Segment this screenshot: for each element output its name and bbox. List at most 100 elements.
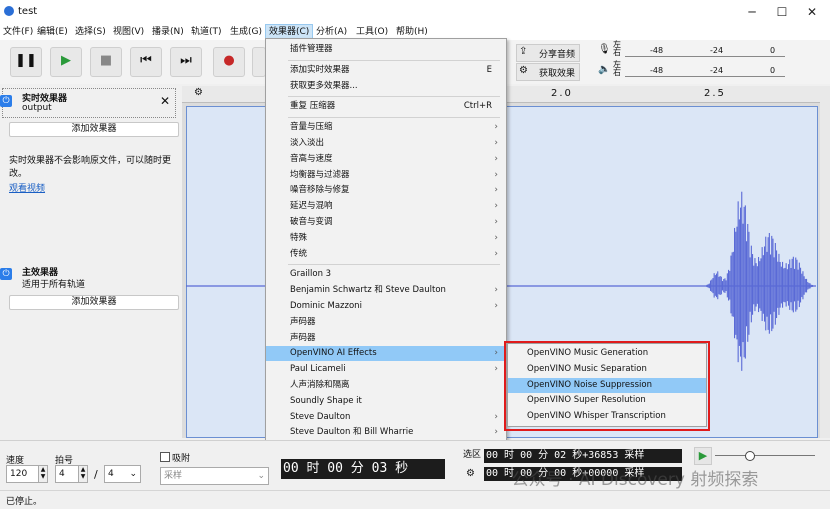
effect-menu-item[interactable]: OpenVINO AI Effects › <box>266 346 506 362</box>
time-display[interactable]: 00 时 00 分 03 秒 <box>281 459 445 479</box>
master-subtitle: 适用于所有轨道 <box>22 280 86 290</box>
openvino-menu-item[interactable]: OpenVINO Music Separation <box>508 362 706 377</box>
beat-stepper[interactable]: ▲ ▼ <box>78 465 88 483</box>
share-audio-button[interactable]: ⇪ 分享音频 <box>516 44 580 62</box>
effect-menu-item[interactable]: 重复 压缩器 Ctrl+R <box>266 99 506 114</box>
menu-select[interactable]: 选择(S) <box>72 24 109 40</box>
gear-icon[interactable]: ⚙ <box>194 87 203 98</box>
effect-menu-shortcut: E <box>486 64 492 75</box>
chevron-right-icon: › <box>494 301 498 311</box>
effect-menu-item[interactable]: 获取更多效果器... <box>266 79 506 94</box>
bottom-toolbar: 速度 拍号 120 ▲ ▼ 4 ▲ ▼ / 4 ⌄ 吸附 采样 ⌄ 00 时 00 分 … <box>0 440 830 491</box>
chevron-right-icon: › <box>494 232 498 243</box>
menu-record[interactable]: 播录(N) <box>149 24 187 40</box>
effect-menu-item-label: 音高与速度 <box>290 153 333 164</box>
record-icon: ● <box>223 53 235 68</box>
slider-thumb[interactable] <box>745 451 755 461</box>
effect-menu-item[interactable]: Dominic Mazzoni › <box>266 299 506 314</box>
speed-stepper[interactable]: ▲ ▼ <box>38 465 48 483</box>
menu-edit[interactable]: 编辑(E) <box>34 24 71 40</box>
effect-menu-item-label: Graillon 3 <box>290 269 332 280</box>
menu-separator <box>288 117 500 119</box>
get-effects-button[interactable]: ⚙ 获取效果 <box>516 63 580 81</box>
play-at-speed-button[interactable]: ▶ <box>694 447 712 465</box>
vertical-scrollbar[interactable] <box>820 102 830 438</box>
effect-menu-item[interactable]: Steve Daulton 和 Bill Wharrie › <box>266 425 506 440</box>
openvino-menu-item[interactable]: OpenVINO Whisper Transcription <box>508 409 706 424</box>
waveform-sample <box>773 257 775 312</box>
beat-denominator[interactable]: 4 ⌄ <box>104 465 141 483</box>
openvino-menu-item[interactable]: OpenVINO Super Resolution <box>508 393 706 408</box>
loop-button[interactable] <box>252 47 266 77</box>
minimize-button[interactable]: ─ <box>738 2 766 22</box>
ruler-label: 2.5 <box>704 88 726 99</box>
effect-menu-item-label: 特殊 <box>290 232 308 243</box>
effect-menu-item[interactable]: 添加实时效果器 E <box>266 63 506 78</box>
chevron-right-icon: › <box>494 122 498 133</box>
waveform-sample <box>788 264 790 306</box>
power-icon[interactable]: ⏻ <box>0 268 12 280</box>
skip-start-button[interactable]: ⏮ <box>130 47 162 77</box>
maximize-button[interactable]: ☐ <box>768 2 796 22</box>
selection-start[interactable]: 00 时 00 分 02 秒+36853 采样 <box>484 449 682 463</box>
effect-menu-item[interactable]: 延迟与混响 › <box>266 199 506 214</box>
waveform-sample <box>790 267 792 303</box>
menu-generate[interactable]: 生成(G) <box>227 24 265 40</box>
snap-label: 吸附 <box>172 454 191 464</box>
waveform-sample <box>737 201 739 363</box>
waveform-sample <box>760 258 762 311</box>
power-icon[interactable]: ⏻ <box>0 95 12 107</box>
waveform-sample <box>748 231 750 335</box>
speed-input[interactable]: 120 <box>6 465 41 483</box>
add-effect-button[interactable]: 添加效果器 <box>9 122 179 137</box>
effect-menu-item[interactable]: 噪音移除与修复 › <box>266 183 506 198</box>
effect-menu-item[interactable]: 传统 › <box>266 247 506 262</box>
openvino-menu-item-label: OpenVINO Music Separation <box>527 363 647 374</box>
play-speed-slider[interactable] <box>715 455 815 456</box>
snap-select[interactable]: 采样 ⌄ <box>160 467 269 485</box>
waveform-sample <box>741 191 743 371</box>
effect-menu-item[interactable]: Steve Daulton › <box>266 410 506 425</box>
effect-menu-item[interactable]: Paul Licameli › <box>266 362 506 377</box>
effect-menu-item[interactable]: 淡入淡出 › <box>266 136 506 151</box>
close-icon[interactable]: ✕ <box>160 94 170 108</box>
record-button[interactable]: ● <box>213 47 245 77</box>
waveform-sample <box>725 280 727 292</box>
effect-menu-item[interactable]: 声码器 <box>266 331 506 346</box>
play-button[interactable]: ▶ <box>50 47 82 77</box>
openvino-menu-item[interactable]: OpenVINO Music Generation <box>508 346 706 361</box>
effect-menu-item[interactable]: 均衡器与过滤器 › <box>266 168 506 183</box>
waveform-sample <box>791 258 793 311</box>
menu-file[interactable]: 文件(F) <box>0 24 36 40</box>
watch-video-link[interactable]: 观看视频 <box>9 181 45 194</box>
effect-menu-item[interactable]: 插件管理器 <box>266 42 506 57</box>
effect-menu-item[interactable]: 音高与速度 › <box>266 152 506 167</box>
master-add-effect-button[interactable]: 添加效果器 <box>9 295 179 310</box>
effect-menu-item[interactable]: Graillon 3 <box>266 267 506 282</box>
play-meter[interactable]: -48 -24 0 <box>625 66 785 77</box>
pause-button[interactable]: ❚❚ <box>10 47 42 77</box>
openvino-menu-item[interactable]: OpenVINO Noise Suppression <box>508 377 706 393</box>
effect-menu-item[interactable]: Benjamin Schwartz 和 Steve Daulton › <box>266 283 506 298</box>
waveform-sample <box>770 254 772 315</box>
effect-menu-item[interactable]: 特殊 › <box>266 231 506 246</box>
effect-menu-item[interactable]: 人声消除和隔离 <box>266 378 506 393</box>
menu-view[interactable]: 视图(V) <box>110 24 147 40</box>
effect-menu-item[interactable]: Soundly Shape it <box>266 394 506 409</box>
record-meter[interactable]: -48 -24 0 <box>625 46 785 57</box>
waveform-sample <box>808 282 810 289</box>
stop-button[interactable]: ■ <box>90 47 122 77</box>
skip-end-icon: ⏭ <box>180 53 192 68</box>
snap-checkbox[interactable] <box>160 452 170 462</box>
beat-numerator[interactable]: 4 <box>55 465 80 483</box>
openvino-menu-item-label: OpenVINO Noise Suppression <box>527 379 652 390</box>
waveform-sample <box>714 275 716 296</box>
effect-menu-item[interactable]: 声码器 <box>266 315 506 330</box>
effect-menu-item[interactable]: 破音与变调 › <box>266 215 506 230</box>
effect-menu-item[interactable]: 音量与压缩 › <box>266 120 506 135</box>
openvino-menu-item-label: OpenVINO Music Generation <box>527 348 649 358</box>
menu-tracks[interactable]: 轨道(T) <box>188 24 225 40</box>
speaker-icon: 🔈 <box>598 64 611 75</box>
skip-end-button[interactable]: ⏭ <box>170 47 202 77</box>
close-window-button[interactable]: ✕ <box>798 2 826 22</box>
